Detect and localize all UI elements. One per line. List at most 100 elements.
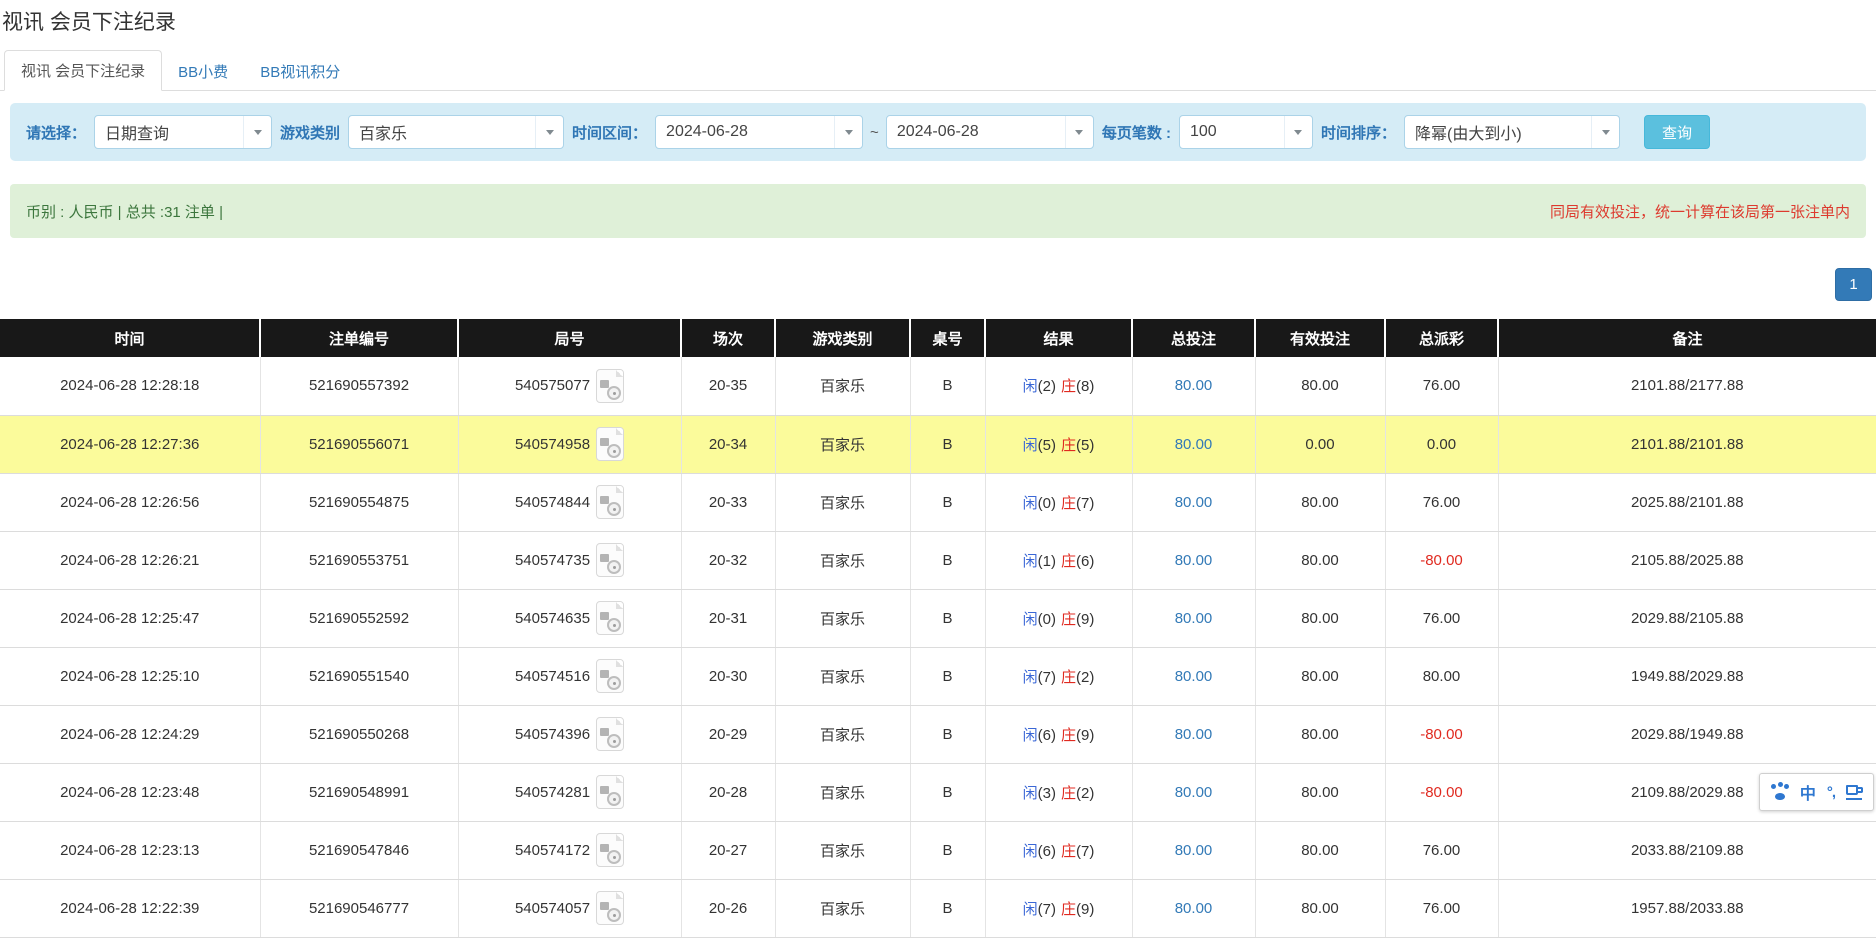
game-video-icon[interactable]	[596, 833, 624, 867]
table-code-cell: B	[910, 531, 985, 589]
time-cell: 2024-06-28 12:28:18	[0, 357, 260, 415]
result-cell: 闲(3)庄(2)	[985, 763, 1132, 821]
pagination: 1	[0, 268, 1872, 301]
phonetic-icon[interactable]: °,	[1827, 784, 1835, 801]
time-sort-value: 降幂(由大到小)	[1405, 120, 1591, 144]
table-row: 2024-06-28 12:26:21 521690553751 5405747…	[0, 531, 1876, 589]
table-code-cell: B	[910, 357, 985, 415]
session-cell: 20-27	[681, 821, 775, 879]
bet-id-cell: 521690557392	[260, 357, 458, 415]
time-sort-select[interactable]: 降幂(由大到小)	[1404, 115, 1620, 149]
total-bet-link[interactable]: 80.00	[1175, 726, 1213, 743]
game-cell: 百家乐	[775, 763, 910, 821]
game-video-icon[interactable]	[596, 485, 624, 519]
table-body: 2024-06-28 12:28:18 521690557392 5405750…	[0, 357, 1876, 937]
game-video-icon[interactable]	[596, 601, 624, 635]
per-page-select[interactable]: 100	[1179, 115, 1313, 149]
query-type-select[interactable]: 日期查询	[94, 115, 272, 149]
tab-bb-tips[interactable]: BB小费	[162, 52, 244, 91]
table-row: 2024-06-28 12:24:29 521690550268 5405743…	[0, 705, 1876, 763]
round-cell: 540574396	[458, 705, 681, 763]
total-bet-link[interactable]: 80.00	[1175, 784, 1213, 801]
table-code-cell: B	[910, 473, 985, 531]
bet-id-cell: 521690546777	[260, 879, 458, 937]
result-cell: 闲(6)庄(9)	[985, 705, 1132, 763]
result-cell: 闲(0)庄(9)	[985, 589, 1132, 647]
header-payout: 总派彩	[1385, 319, 1498, 357]
payout-cell: -80.00	[1385, 531, 1498, 589]
game-video-icon[interactable]	[596, 369, 624, 403]
game-video-icon[interactable]	[596, 775, 624, 809]
total-bet-link[interactable]: 80.00	[1175, 436, 1213, 453]
session-cell: 20-26	[681, 879, 775, 937]
time-cell: 2024-06-28 12:22:39	[0, 879, 260, 937]
valid-bet-cell: 80.00	[1255, 647, 1385, 705]
game-cell: 百家乐	[775, 821, 910, 879]
tab-betting-records[interactable]: 视讯 会员下注纪录	[4, 50, 162, 91]
paw-icon[interactable]	[1770, 784, 1789, 800]
total-bet-cell: 80.00	[1132, 415, 1255, 473]
table-row: 2024-06-28 12:23:13 521690547846 5405741…	[0, 821, 1876, 879]
payout-cell: 80.00	[1385, 647, 1498, 705]
payout-cell: 76.00	[1385, 589, 1498, 647]
game-category-select[interactable]: 百家乐	[348, 115, 564, 149]
game-cell: 百家乐	[775, 705, 910, 763]
game-cell: 百家乐	[775, 879, 910, 937]
bet-id-cell: 521690551540	[260, 647, 458, 705]
date-from-value: 2024-06-28	[656, 123, 834, 141]
game-category-label: 游戏类别	[280, 122, 340, 143]
range-separator: ~	[870, 124, 879, 141]
game-cell: 百家乐	[775, 357, 910, 415]
summary-bar: 币别 : 人民币 | 总共 :31 注单 | 同局有效投注，统一计算在该局第一张…	[10, 184, 1866, 238]
round-cell: 540574735	[458, 531, 681, 589]
round-cell: 540574281	[458, 763, 681, 821]
round-cell: 540574172	[458, 821, 681, 879]
time-cell: 2024-06-28 12:25:10	[0, 647, 260, 705]
game-video-icon[interactable]	[596, 427, 624, 461]
cup-icon[interactable]	[1846, 785, 1863, 800]
time-sort-label: 时间排序：	[1321, 122, 1396, 143]
header-game-category: 游戏类别	[775, 319, 910, 357]
game-video-icon[interactable]	[596, 717, 624, 751]
total-bet-cell: 80.00	[1132, 647, 1255, 705]
note-cell: 1957.88/2033.88	[1498, 879, 1876, 937]
total-bet-link[interactable]: 80.00	[1175, 377, 1213, 394]
header-table: 桌号	[910, 319, 985, 357]
game-cell: 百家乐	[775, 531, 910, 589]
total-bet-link[interactable]: 80.00	[1175, 668, 1213, 685]
note-cell: 1949.88/2029.88	[1498, 647, 1876, 705]
total-bet-link[interactable]: 80.00	[1175, 900, 1213, 917]
translate-chinese-icon[interactable]: 中	[1800, 780, 1816, 804]
date-to-select[interactable]: 2024-06-28	[886, 115, 1094, 149]
header-time: 时间	[0, 319, 260, 357]
total-bet-cell: 80.00	[1132, 473, 1255, 531]
page-1-button[interactable]: 1	[1835, 268, 1872, 301]
total-bet-link[interactable]: 80.00	[1175, 842, 1213, 859]
total-bet-link[interactable]: 80.00	[1175, 494, 1213, 511]
table-code-cell: B	[910, 821, 985, 879]
valid-bet-cell: 80.00	[1255, 531, 1385, 589]
header-result: 结果	[985, 319, 1132, 357]
betting-records-table: 时间 注单编号 局号 场次 游戏类别 桌号 结果 总投注 有效投注 总派彩 备注…	[0, 319, 1876, 938]
table-row: 2024-06-28 12:25:47 521690552592 5405746…	[0, 589, 1876, 647]
game-cell: 百家乐	[775, 415, 910, 473]
total-bet-link[interactable]: 80.00	[1175, 610, 1213, 627]
chevron-down-icon	[834, 116, 862, 148]
chevron-down-icon	[1284, 116, 1312, 148]
valid-bet-cell: 80.00	[1255, 357, 1385, 415]
table-code-cell: B	[910, 589, 985, 647]
search-button[interactable]: 查询	[1644, 115, 1710, 149]
table-row: 2024-06-28 12:28:18 521690557392 5405750…	[0, 357, 1876, 415]
total-bet-cell: 80.00	[1132, 705, 1255, 763]
game-video-icon[interactable]	[596, 891, 624, 925]
time-cell: 2024-06-28 12:23:13	[0, 821, 260, 879]
date-from-select[interactable]: 2024-06-28	[655, 115, 863, 149]
game-video-icon[interactable]	[596, 543, 624, 577]
payout-cell: 76.00	[1385, 821, 1498, 879]
session-cell: 20-32	[681, 531, 775, 589]
total-bet-link[interactable]: 80.00	[1175, 552, 1213, 569]
game-video-icon[interactable]	[596, 659, 624, 693]
tab-bb-video-points[interactable]: BB视讯积分	[244, 52, 356, 91]
bet-id-cell: 521690556071	[260, 415, 458, 473]
round-cell: 540574516	[458, 647, 681, 705]
